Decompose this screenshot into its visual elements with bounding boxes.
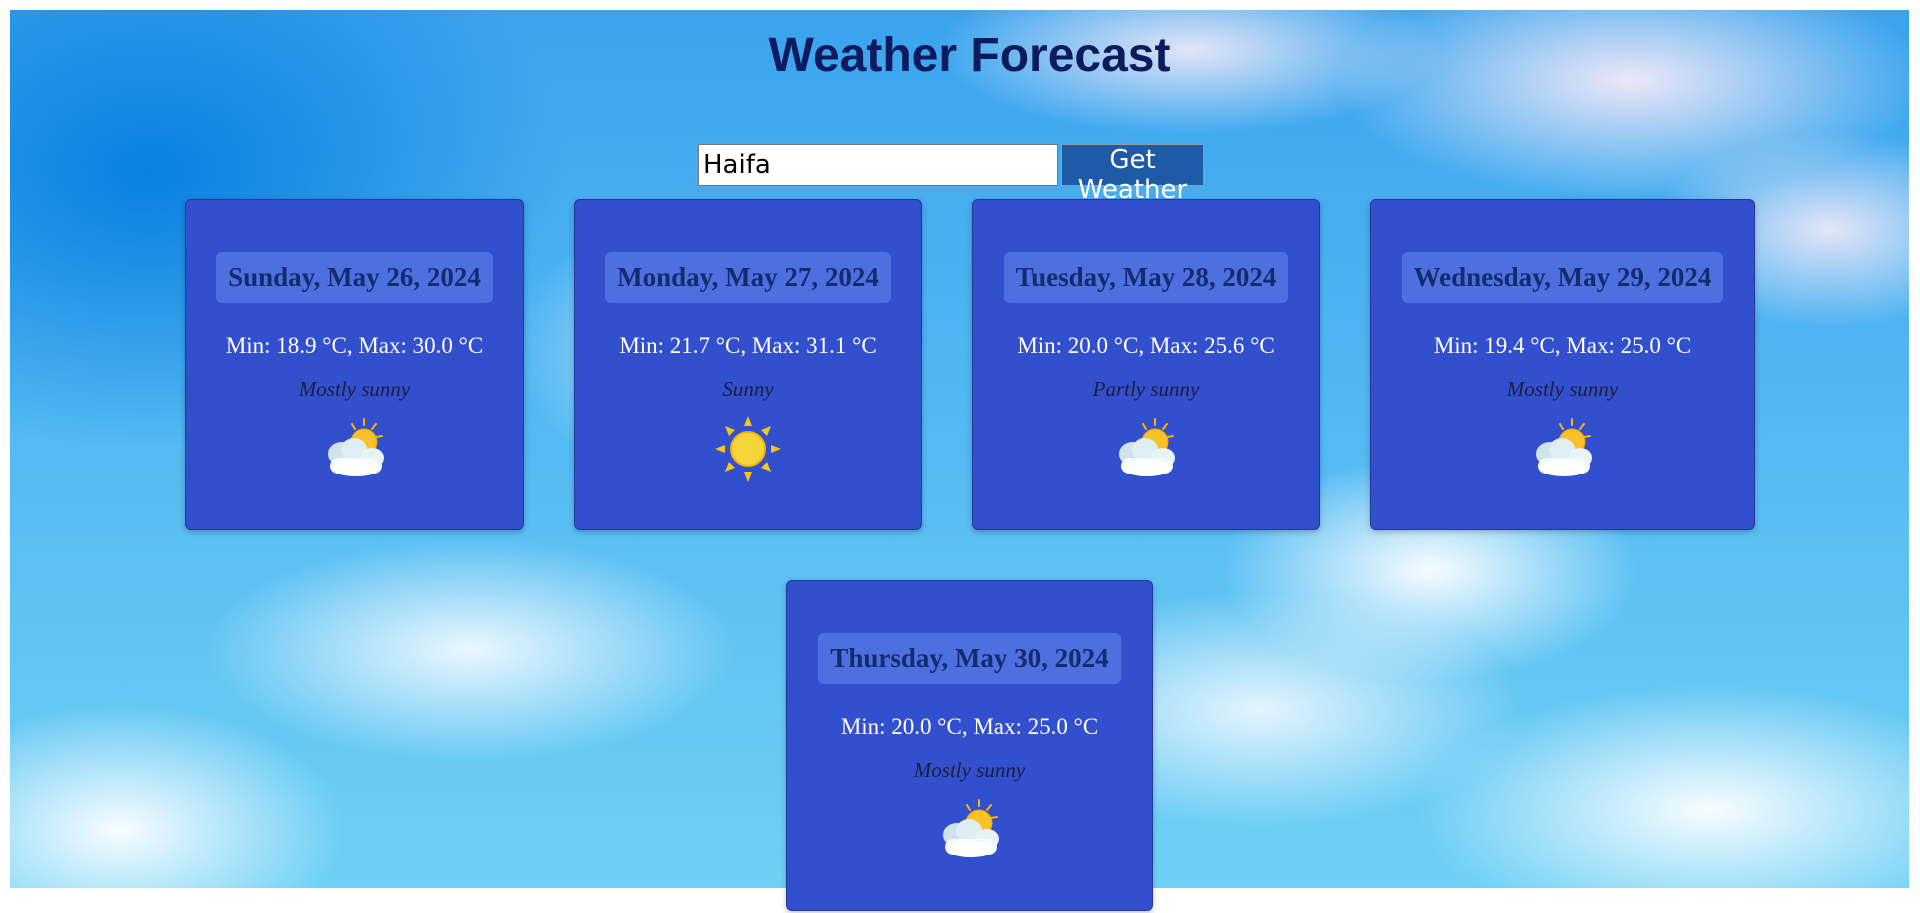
forecast-date: Wednesday, May 29, 2024: [1401, 252, 1724, 303]
forecast-card: Tuesday, May 28, 2024 Min: 20.0 °C, Max:…: [972, 199, 1320, 530]
forecast-temps: Min: 20.0 °C, Max: 25.0 °C: [840, 714, 1099, 739]
forecast-date: Tuesday, May 28, 2024: [1003, 252, 1289, 303]
forecast-temps: Min: 20.0 °C, Max: 25.6 °C: [1017, 333, 1275, 358]
forecast-description: Partly sunny: [1092, 377, 1200, 401]
partly-cloudy-icon: [935, 797, 1005, 863]
forecast-temps: Min: 19.4 °C, Max: 25.0 °C: [1433, 333, 1692, 358]
forecast-date: Monday, May 27, 2024: [605, 252, 891, 303]
forecast-date: Sunday, May 26, 2024: [216, 252, 493, 303]
city-input[interactable]: [698, 144, 1058, 186]
sun-icon: [713, 416, 783, 482]
forecast-description: Mostly sunny: [913, 758, 1026, 782]
forecast-card: Wednesday, May 29, 2024 Min: 19.4 °C, Ma…: [1370, 199, 1755, 530]
forecast-date: Thursday, May 30, 2024: [818, 633, 1121, 684]
page-title: Weather Forecast: [768, 29, 1171, 82]
get-weather-button[interactable]: Get Weather: [1061, 144, 1204, 205]
partly-cloudy-icon: [1528, 416, 1598, 482]
forecast-card: Thursday, May 30, 2024 Min: 20.0 °C, Max…: [786, 580, 1153, 911]
search-bar: Get Weather: [698, 144, 1204, 205]
forecast-description: Mostly sunny: [298, 377, 411, 401]
forecast-description: Sunny: [722, 377, 774, 401]
forecast-temps: Min: 21.7 °C, Max: 31.1 °C: [619, 333, 877, 358]
forecast-description: Mostly sunny: [1506, 377, 1619, 401]
sky-background: Weather Forecast Get Weather Sunday, May…: [10, 10, 1909, 911]
forecast-card: Sunday, May 26, 2024 Min: 18.9 °C, Max: …: [185, 199, 524, 530]
forecast-temps: Min: 18.9 °C, Max: 30.0 °C: [225, 333, 484, 358]
forecast-card: Monday, May 27, 2024 Min: 21.7 °C, Max: …: [574, 199, 922, 530]
partly-cloudy-icon: [320, 416, 390, 482]
partly-cloudy-icon: [1111, 416, 1181, 482]
